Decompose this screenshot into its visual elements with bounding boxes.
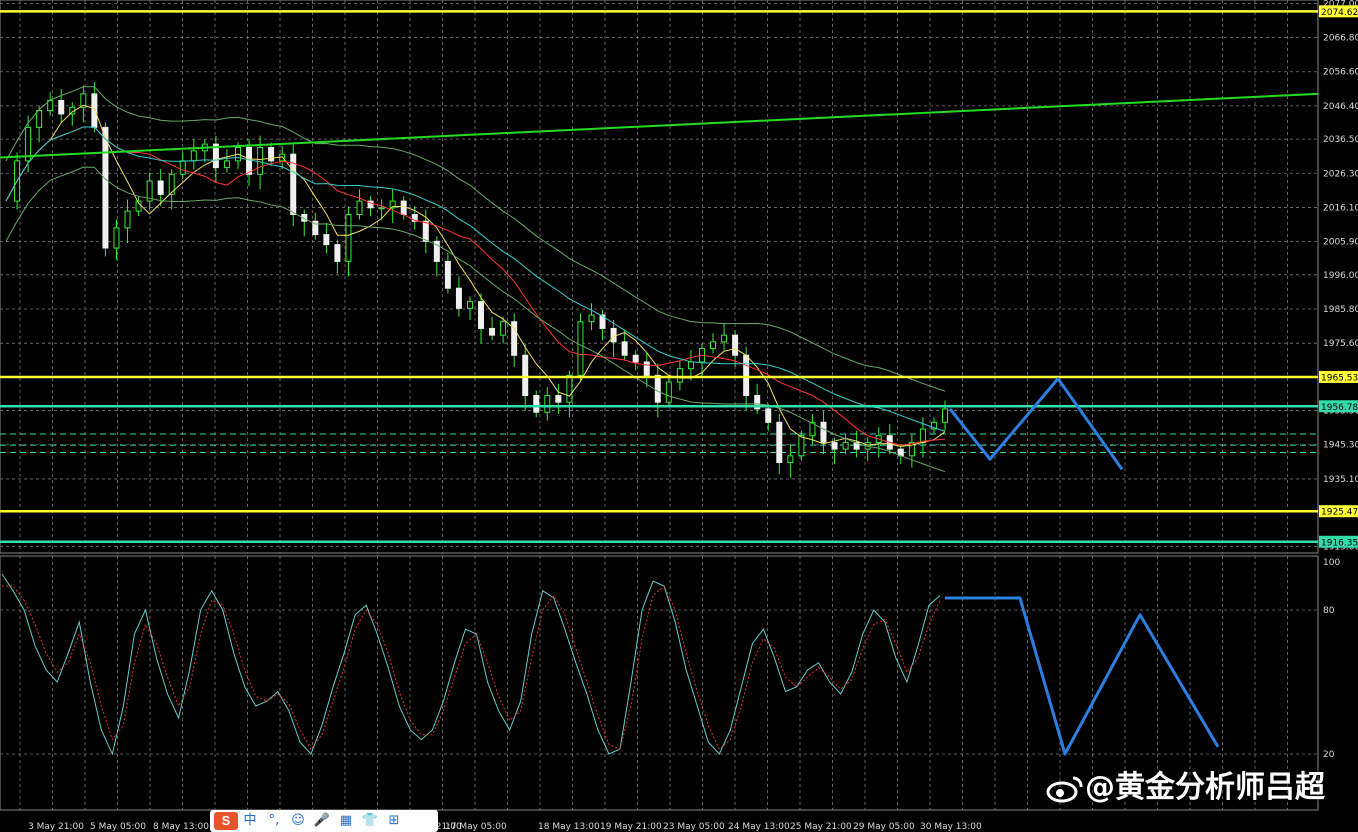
ime-chinese-mode-button[interactable]: 中 (238, 810, 262, 832)
price-level-label: 1916.35 (1321, 538, 1358, 548)
candle-bullish (798, 435, 805, 457)
candle-bullish (665, 381, 672, 403)
candle-bullish (566, 374, 573, 403)
ime-voice-icon[interactable]: 🎤 (310, 810, 334, 832)
y-tick-label: 2066.80 (1323, 34, 1358, 44)
candle-bullish (919, 428, 926, 443)
y-tick-label: 2046.40 (1323, 102, 1358, 112)
ime-toolbar[interactable]: S 中 °, ☺ 🎤 ▦ 👕 ⊞ (210, 810, 438, 832)
x-tick-label: 25 May 21:00 (790, 822, 852, 832)
candle-bearish (610, 327, 617, 343)
candle-bearish (533, 394, 540, 413)
oscillator-tick-label: 100 (1323, 558, 1340, 568)
x-tick-label: 29 May 05:00 (853, 822, 915, 832)
candle-bullish (190, 150, 197, 162)
candle-bullish (577, 321, 584, 376)
x-tick-label: 5 May 05:00 (90, 822, 146, 832)
x-tick-label: 19 May 21:00 (600, 822, 662, 832)
candle-bearish (732, 334, 739, 356)
y-tick-label: 1985.80 (1323, 305, 1358, 315)
candle-bullish (710, 341, 717, 350)
candle-bullish (345, 213, 352, 262)
candle-bearish (334, 244, 341, 262)
x-tick-label: 24 May 13:00 (728, 822, 790, 832)
candle-bearish (422, 220, 429, 242)
candle-bearish (743, 354, 750, 396)
x-tick-label: 18 May 13:00 (538, 822, 600, 832)
y-tick-label: 2036.50 (1323, 135, 1358, 145)
x-tick-label: 3 May 21:00 (28, 822, 84, 832)
watermark-text: @黄金分析师吕超 (1085, 770, 1325, 805)
candle-bearish (478, 301, 485, 329)
watermark: @黄金分析师吕超 (1045, 762, 1325, 806)
candle-bearish (91, 93, 98, 128)
candle-bearish (455, 287, 462, 309)
y-tick-label: 2026.30 (1323, 169, 1358, 179)
candle-bearish (654, 374, 661, 403)
candle-bullish (676, 368, 683, 383)
ime-skin-icon[interactable]: 👕 (358, 810, 382, 832)
candle-bullish (721, 334, 728, 343)
oscillator-tick-label: 80 (1323, 606, 1335, 616)
candle-bullish (588, 314, 595, 323)
ime-emoji-icon[interactable]: ☺ (286, 810, 310, 832)
x-tick-label: 17 May 05:00 (445, 822, 507, 832)
candle-bullish (500, 321, 507, 336)
candle-bullish (466, 301, 473, 309)
ime-toolbox-icon[interactable]: ⊞ (382, 810, 406, 832)
candle-bearish (643, 361, 650, 376)
ime-punctuation-button[interactable]: °, (262, 810, 286, 832)
price-level-label: 1956.78 (1321, 403, 1358, 413)
candle-bullish (378, 207, 385, 210)
candle-bullish (223, 160, 230, 169)
candle-bullish (36, 110, 43, 128)
candle-bullish (787, 455, 794, 464)
y-tick-label: 1975.60 (1323, 339, 1358, 349)
candle-bullish (942, 408, 948, 423)
candle-bearish (58, 100, 65, 115)
oscillator-tick-label: 20 (1323, 750, 1335, 760)
x-tick-label: 30 May 13:00 (920, 822, 982, 832)
candle-bullish (257, 146, 264, 175)
y-tick-label: 2056.60 (1323, 68, 1358, 78)
candle-bearish (246, 146, 253, 175)
candle-bearish (489, 327, 496, 336)
candle-bullish (687, 361, 694, 370)
x-tick-label: 8 May 13:00 (153, 822, 209, 832)
candle-bearish (632, 354, 639, 363)
candle-bearish (522, 354, 529, 396)
ime-keyboard-icon[interactable]: ▦ (334, 810, 358, 832)
candle-bullish (842, 441, 849, 450)
price-level-label: 1965.53 (1321, 373, 1358, 383)
candle-bearish (621, 341, 628, 356)
candle-bullish (124, 210, 131, 229)
candle-bearish (776, 421, 783, 464)
candle-bearish (400, 200, 407, 215)
price-panel (0, 0, 1319, 554)
candle-bearish (444, 260, 451, 289)
price-level-label: 2074.62 (1321, 8, 1358, 18)
price-level-label: 1925.47 (1321, 508, 1358, 518)
candle-bullish (179, 160, 186, 175)
y-tick-label: 1996.00 (1323, 271, 1358, 281)
sogou-logo-icon[interactable]: S (214, 812, 238, 830)
candle-bearish (323, 234, 330, 246)
price-chart: 2077.002066.802056.602046.402036.502026.… (0, 0, 1358, 832)
candle-bearish (820, 421, 827, 443)
y-tick-label: 1935.10 (1323, 475, 1358, 485)
candle-bearish (765, 408, 772, 423)
candle-bearish (555, 394, 562, 403)
y-tick-label: 1945.30 (1323, 441, 1358, 451)
candle-bullish (113, 227, 120, 249)
candle-bearish (102, 126, 109, 249)
candle-bullish (544, 394, 551, 413)
candle-bullish (356, 200, 363, 215)
y-tick-label: 2016.10 (1323, 203, 1358, 213)
x-tick-label: 23 May 05:00 (663, 822, 725, 832)
weibo-logo-icon (1045, 774, 1085, 804)
y-tick-label: 2005.90 (1323, 238, 1358, 248)
candle-bearish (157, 180, 164, 195)
candle-bearish (831, 441, 838, 450)
